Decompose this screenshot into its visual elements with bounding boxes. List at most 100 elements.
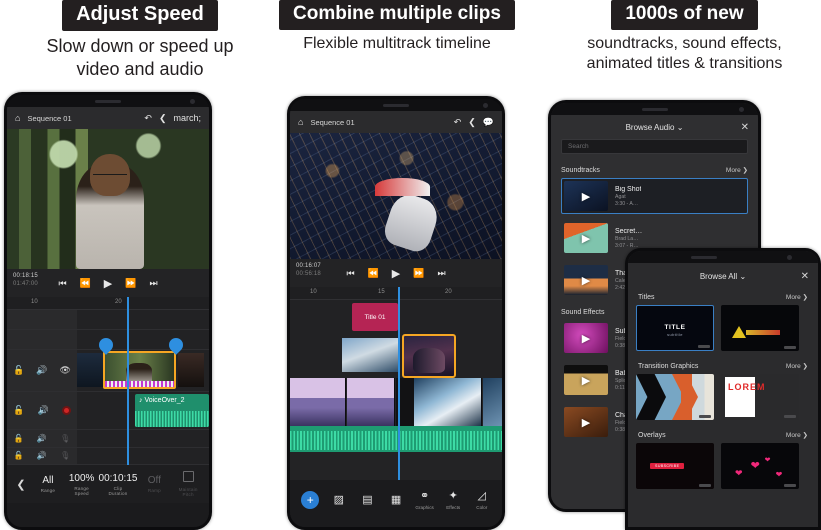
chevron-transition-card[interactable]	[636, 374, 714, 420]
hearts-card[interactable]: ❤ ❤ ❤ ❤	[721, 443, 799, 489]
play-icon[interactable]: ▶	[564, 323, 608, 353]
clip-thumbnail-next[interactable]	[178, 353, 204, 387]
skip-start-icon[interactable]: ⏮	[346, 268, 354, 279]
share-icon[interactable]: ❮	[468, 117, 476, 127]
title-card[interactable]: TITLE subtitle	[636, 305, 714, 351]
clip-thumbnail[interactable]	[414, 378, 482, 426]
comment-icon[interactable]: 💬	[483, 117, 494, 127]
ramp-cell[interactable]: Off Ramp	[137, 475, 171, 493]
play-icon[interactable]: ▶	[564, 223, 608, 253]
record-icon[interactable]	[61, 406, 71, 415]
step-forward-icon[interactable]: ⏩	[413, 268, 424, 279]
more-link[interactable]: More ❯	[786, 293, 808, 301]
overlay-clip-selected[interactable]	[402, 334, 456, 378]
step-back-icon[interactable]: ⏪	[368, 268, 379, 279]
align-icon[interactable]: ▤	[353, 494, 382, 506]
layers-icon[interactable]: ▦	[382, 494, 411, 506]
speaker-icon[interactable]: 🔊	[36, 366, 47, 375]
more-link[interactable]: More ❯	[726, 166, 748, 174]
maintain-pitch-checkbox[interactable]	[182, 471, 194, 482]
search-input[interactable]: Search	[561, 139, 748, 154]
warning-card[interactable]	[721, 305, 799, 351]
play-icon[interactable]: ▶	[564, 407, 608, 437]
list-item[interactable]: ▶ Big Shot Agat 3:30 - A…	[561, 178, 748, 214]
speaker-icon[interactable]: 🔊	[37, 434, 47, 443]
main-video-track-body[interactable]	[290, 378, 502, 426]
effects-icon[interactable]: ✦	[439, 490, 468, 502]
play-icon[interactable]: ▶	[392, 267, 400, 280]
track-body-empty[interactable]	[77, 330, 209, 349]
skip-end-icon[interactable]: ⏭	[149, 278, 157, 289]
browse-all-title[interactable]: Browse All ⌄	[700, 272, 746, 281]
skip-end-icon[interactable]: ⏭	[437, 268, 445, 279]
phone1-video-preview[interactable]	[7, 129, 209, 269]
phone1-timeline-ruler[interactable]: 10 20	[7, 297, 209, 310]
clip-thumbnail-prev[interactable]	[77, 353, 103, 387]
playhead[interactable]	[127, 297, 129, 465]
speaker-icon[interactable]: 🔊	[37, 452, 47, 460]
step-forward-icon[interactable]: ⏩	[125, 278, 136, 289]
track-body-empty[interactable]	[77, 448, 209, 464]
graphics-icon[interactable]: ⚭	[410, 490, 439, 502]
plus-icon[interactable]: +	[301, 491, 320, 509]
unlock-icon[interactable]: 🔓	[14, 452, 24, 460]
undo-icon[interactable]: ↶	[144, 113, 152, 123]
maintain-pitch-cell[interactable]: Maintain Pitch	[171, 471, 205, 497]
crop-button[interactable]: ▨	[325, 494, 354, 506]
browse-audio-title[interactable]: Browse Audio ⌄	[626, 123, 684, 132]
comment-icon[interactable]: march;	[173, 113, 201, 123]
crop-icon[interactable]: ▨	[325, 494, 354, 506]
selected-clip[interactable]	[103, 351, 176, 389]
play-icon[interactable]: ▶	[564, 365, 608, 395]
share-icon[interactable]: ❮	[159, 113, 167, 123]
align-button[interactable]: ▤	[353, 494, 382, 506]
lorem-card[interactable]: LOREM	[721, 374, 799, 420]
track-body-empty[interactable]	[77, 430, 209, 447]
add-media-button[interactable]: +	[296, 491, 325, 509]
unlock-icon[interactable]: 🔓	[13, 366, 24, 375]
overlay-track-body[interactable]	[290, 334, 502, 378]
eye-icon[interactable]: 👁	[60, 366, 71, 375]
unlock-icon[interactable]: 🔓	[14, 434, 24, 443]
skip-start-icon[interactable]: ⏮	[58, 278, 66, 289]
chevron-left-icon[interactable]: ❮	[11, 478, 31, 491]
more-link[interactable]: More ❯	[786, 362, 808, 370]
clip-thumbnail[interactable]	[483, 378, 502, 426]
home-icon[interactable]: ⌂	[298, 117, 303, 127]
range-cell[interactable]: All Range	[31, 475, 65, 493]
close-icon[interactable]: ✕	[801, 271, 809, 282]
playhead[interactable]	[398, 287, 400, 480]
play-icon[interactable]: ▶	[564, 181, 608, 211]
voiceover-clip[interactable]: ♪ VoiceOver_2	[135, 394, 209, 427]
more-link[interactable]: More ❯	[786, 431, 808, 439]
title-track-body[interactable]: Title 01	[290, 300, 502, 334]
track-body-empty[interactable]	[77, 310, 209, 329]
overlay-clip[interactable]	[342, 338, 399, 372]
mic-icon[interactable]: 🎙	[60, 434, 70, 443]
clip-thumbnail[interactable]	[290, 378, 346, 426]
clip-duration-cell[interactable]: 00:10:15 Clip Duration	[99, 473, 138, 496]
step-back-icon[interactable]: ⏪	[80, 278, 91, 289]
speaker-icon[interactable]: 🔊	[37, 406, 48, 415]
audio-track-body[interactable]: ♪ VoiceOver_2	[77, 392, 209, 429]
home-icon[interactable]: ⌂	[15, 113, 20, 123]
play-icon[interactable]: ▶	[104, 277, 112, 290]
phone2-timeline-ruler[interactable]: 10 15 20	[290, 287, 502, 300]
video-track-body[interactable]	[77, 335, 209, 391]
mic-icon[interactable]: 🎙	[60, 452, 70, 460]
undo-icon[interactable]: ↶	[454, 117, 462, 127]
effects-button[interactable]: ✦ Effects	[439, 490, 468, 510]
layers-button[interactable]: ▦	[382, 494, 411, 506]
phone2-video-preview[interactable]	[290, 133, 502, 259]
unlock-icon[interactable]: 🔓	[13, 406, 24, 415]
chevron-down-icon[interactable]: ⌄	[739, 272, 746, 281]
graphics-button[interactable]: ⚭ Graphics	[410, 490, 439, 510]
subscribe-card[interactable]: SUBSCRIBE	[636, 443, 714, 489]
range-speed-cell[interactable]: 100% Range Speed	[65, 473, 99, 496]
play-icon[interactable]: ▶	[564, 265, 608, 295]
audio-waveform-track-body[interactable]	[290, 426, 502, 452]
clip-thumbnail[interactable]	[347, 378, 395, 426]
chevron-down-icon[interactable]: ⌄	[677, 123, 684, 132]
color-icon[interactable]: ◿	[467, 490, 496, 502]
color-button[interactable]: ◿ Color	[467, 490, 496, 510]
